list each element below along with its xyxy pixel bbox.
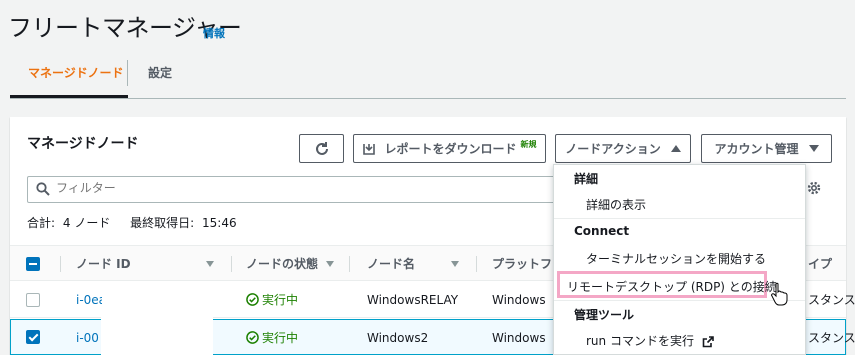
menu-item-start-terminal-session[interactable]: ターミナルセッションを開始する [586, 250, 766, 267]
node-type: スタンス [808, 331, 855, 345]
info-link[interactable]: 情報 [203, 25, 225, 41]
total-value: 4 ノード [62, 216, 111, 230]
tab-bar: マネージドノード 設定 [10, 58, 846, 99]
column-node-name[interactable]: ノード名 [367, 246, 415, 282]
caret-down-icon [808, 145, 819, 152]
tab-divider [127, 60, 128, 86]
download-report-button[interactable]: レポートをダウンロード 新規 [353, 134, 546, 163]
gear-icon[interactable] [806, 180, 822, 196]
menu-group-connect: Connect [574, 224, 630, 238]
node-status-text: 実行中 [262, 331, 299, 345]
column-separator [231, 256, 232, 272]
run-command-label: run コマンドを実行 [586, 334, 694, 348]
filter-search[interactable] [27, 176, 607, 203]
menu-item-run-command[interactable]: run コマンドを実行 [586, 332, 714, 349]
redaction-mask [102, 286, 222, 316]
node-actions-label: ノードアクション [565, 142, 661, 156]
node-actions-button[interactable]: ノードアクション [555, 134, 691, 163]
node-status: 実行中 [246, 320, 298, 355]
check-circle-icon [246, 331, 259, 344]
node-type: スタンス [808, 293, 855, 307]
summary: 合計: 4 ノード 最終取得日: 15:46 [27, 214, 241, 231]
menu-group-management-tools: 管理ツール [574, 308, 635, 322]
download-label: レポートをダウンロード [384, 142, 517, 156]
column-separator [60, 256, 61, 272]
menu-divider [554, 218, 805, 219]
sort-caret-icon[interactable] [326, 261, 334, 267]
menu-item-view-details[interactable]: 詳細の表示 [586, 196, 646, 213]
download-icon [363, 143, 376, 155]
column-node-status[interactable]: ノードの状態 [246, 246, 318, 282]
node-status: 実行中 [246, 282, 298, 318]
node-platform: Windows [492, 293, 546, 307]
caret-up-icon [670, 145, 681, 152]
tab-managed-nodes[interactable]: マネージドノード [10, 58, 128, 98]
last-fetched-label: 最終取得日: [130, 216, 195, 230]
external-link-icon [702, 335, 714, 347]
row-checkbox[interactable] [26, 293, 40, 307]
total-label: 合計: [27, 216, 56, 230]
menu-item-connect-rdp[interactable]: リモートデスクトップ (RDP) との接続 [567, 278, 777, 295]
redaction-mask [101, 316, 213, 355]
refresh-button[interactable] [299, 134, 344, 163]
node-status-text: 実行中 [262, 293, 299, 307]
new-badge: 新規 [520, 140, 537, 149]
check-circle-icon [246, 293, 259, 306]
column-type[interactable]: イプ [808, 246, 832, 282]
node-name: Windows2 [367, 331, 429, 345]
refresh-icon [315, 141, 328, 155]
last-fetched-value: 15:46 [202, 216, 237, 230]
select-all-checkbox[interactable] [26, 257, 40, 271]
column-separator [476, 256, 477, 272]
menu-item-rdp-highlight[interactable]: リモートデスクトップ (RDP) との接続 [557, 271, 777, 298]
column-separator [349, 256, 350, 272]
sort-caret-icon[interactable] [206, 261, 214, 267]
menu-group-details: 詳細 [574, 172, 599, 186]
filter-input[interactable] [56, 181, 556, 195]
panel-title: マネージドノード [27, 136, 139, 152]
tab-settings[interactable]: 設定 [148, 58, 172, 98]
row-checkbox[interactable] [26, 330, 40, 344]
account-management-button[interactable]: アカウント管理 [701, 134, 832, 163]
column-node-id[interactable]: ノード ID [76, 246, 131, 282]
hand-cursor-icon [771, 282, 788, 306]
menu-divider [554, 300, 805, 301]
sort-caret-icon[interactable] [451, 261, 459, 267]
node-id-link[interactable]: i-00 [76, 320, 99, 355]
account-management-label: アカウント管理 [714, 142, 799, 156]
search-icon [36, 182, 50, 196]
node-platform: Windows [492, 331, 546, 345]
node-name: WindowsRELAY [367, 293, 459, 307]
node-actions-menu: 詳細 詳細の表示 Connect ターミナルセッションを開始する リモートデスク… [553, 164, 806, 355]
